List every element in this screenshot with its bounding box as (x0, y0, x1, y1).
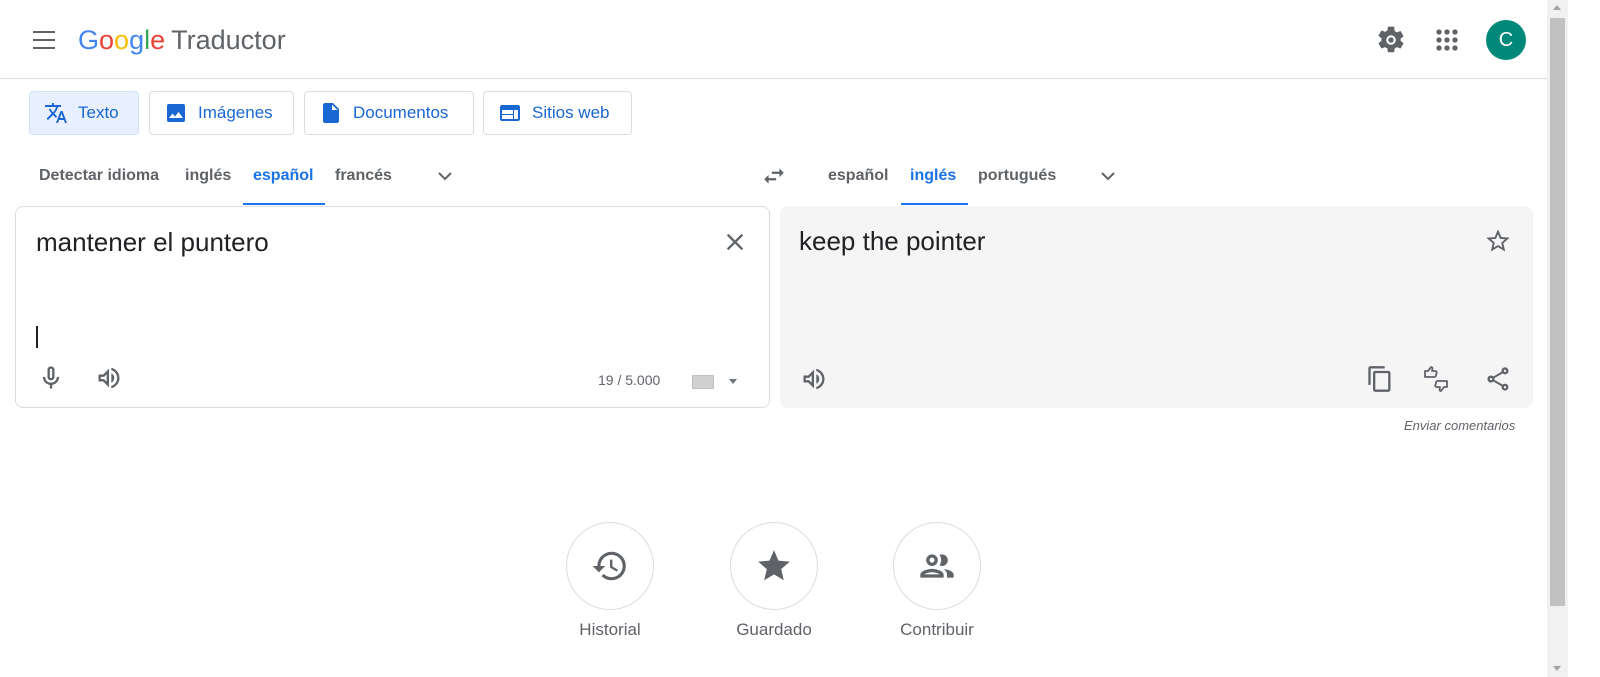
scroll-down-arrow-icon[interactable] (1553, 666, 1561, 671)
tab-text-label: Texto (78, 103, 119, 122)
tab-documents[interactable]: Documentos (304, 91, 474, 135)
microphone-icon[interactable] (37, 364, 65, 392)
history-button[interactable] (566, 522, 654, 610)
target-lang-english[interactable]: inglés (910, 165, 956, 187)
target-lang-spanish[interactable]: español (828, 165, 888, 187)
tab-websites-label: Sitios web (532, 103, 610, 122)
source-more-languages-chevron-down-icon[interactable] (433, 164, 457, 188)
website-icon (500, 105, 520, 121)
target-more-languages-chevron-down-icon[interactable] (1096, 164, 1120, 188)
keyboard-icon[interactable] (692, 375, 714, 389)
apps-grid-icon[interactable] (1431, 24, 1463, 56)
star-filled-icon (758, 550, 790, 581)
contribute-button[interactable] (893, 522, 981, 610)
scroll-up-arrow-icon[interactable] (1553, 5, 1561, 10)
translation-text: keep the pointer (799, 226, 986, 256)
send-feedback-link[interactable]: Enviar comentarios (1404, 418, 1515, 433)
account-avatar[interactable]: C (1486, 20, 1526, 60)
history-icon (592, 551, 626, 581)
copy-translation-icon[interactable] (1366, 365, 1394, 393)
google-translate-logo[interactable]: Google Traductor (78, 22, 286, 58)
text-cursor (36, 326, 38, 348)
target-listen-speaker-icon[interactable] (800, 365, 828, 393)
swap-languages-icon[interactable] (760, 163, 788, 189)
share-translation-icon[interactable] (1484, 365, 1512, 393)
source-lang-spanish[interactable]: español (253, 165, 313, 187)
character-count: 19 / 5.000 (598, 372, 661, 388)
tab-text[interactable]: Texto (29, 91, 139, 135)
target-lang-portuguese[interactable]: portugués (978, 165, 1056, 187)
save-translation-star-icon[interactable] (1484, 227, 1512, 255)
contribute-label: Contribuir (900, 620, 974, 639)
image-icon (167, 104, 185, 122)
tab-documents-label: Documentos (353, 103, 449, 122)
source-lang-english[interactable]: inglés (185, 165, 231, 187)
saved-label: Guardado (736, 620, 812, 639)
source-lang-selected-indicator (243, 203, 325, 205)
translate-icon (45, 103, 67, 123)
history-label: Historial (579, 620, 641, 639)
saved-button[interactable] (730, 522, 818, 610)
menu-icon (33, 31, 55, 34)
rate-translation-thumbs-icon[interactable] (1422, 365, 1450, 393)
settings-gear-icon[interactable] (1375, 24, 1407, 56)
input-tools-dropdown-caret-icon[interactable] (729, 379, 737, 384)
document-icon (323, 103, 339, 123)
main-menu-button[interactable] (28, 26, 60, 54)
tab-images[interactable]: Imágenes (149, 91, 294, 135)
people-icon (920, 554, 954, 578)
source-text-panel[interactable]: mantener el puntero 19 / 5.000 (15, 206, 770, 408)
app-header: Google Traductor C (0, 0, 1547, 79)
tab-websites[interactable]: Sitios web (483, 91, 632, 135)
product-name: Traductor (171, 25, 286, 55)
tab-images-label: Imágenes (198, 103, 273, 122)
source-lang-french[interactable]: francés (335, 165, 392, 187)
source-text-input[interactable]: mantener el puntero (36, 227, 269, 258)
clear-text-close-icon[interactable] (721, 228, 749, 256)
source-listen-speaker-icon[interactable] (95, 364, 123, 392)
source-lang-detect[interactable]: Detectar idioma (39, 165, 159, 187)
page-scrollbar[interactable] (1547, 0, 1568, 677)
scrollbar-thumb[interactable] (1550, 18, 1565, 606)
translation-output-panel: keep the pointer (780, 206, 1533, 408)
target-lang-selected-indicator (901, 203, 968, 205)
